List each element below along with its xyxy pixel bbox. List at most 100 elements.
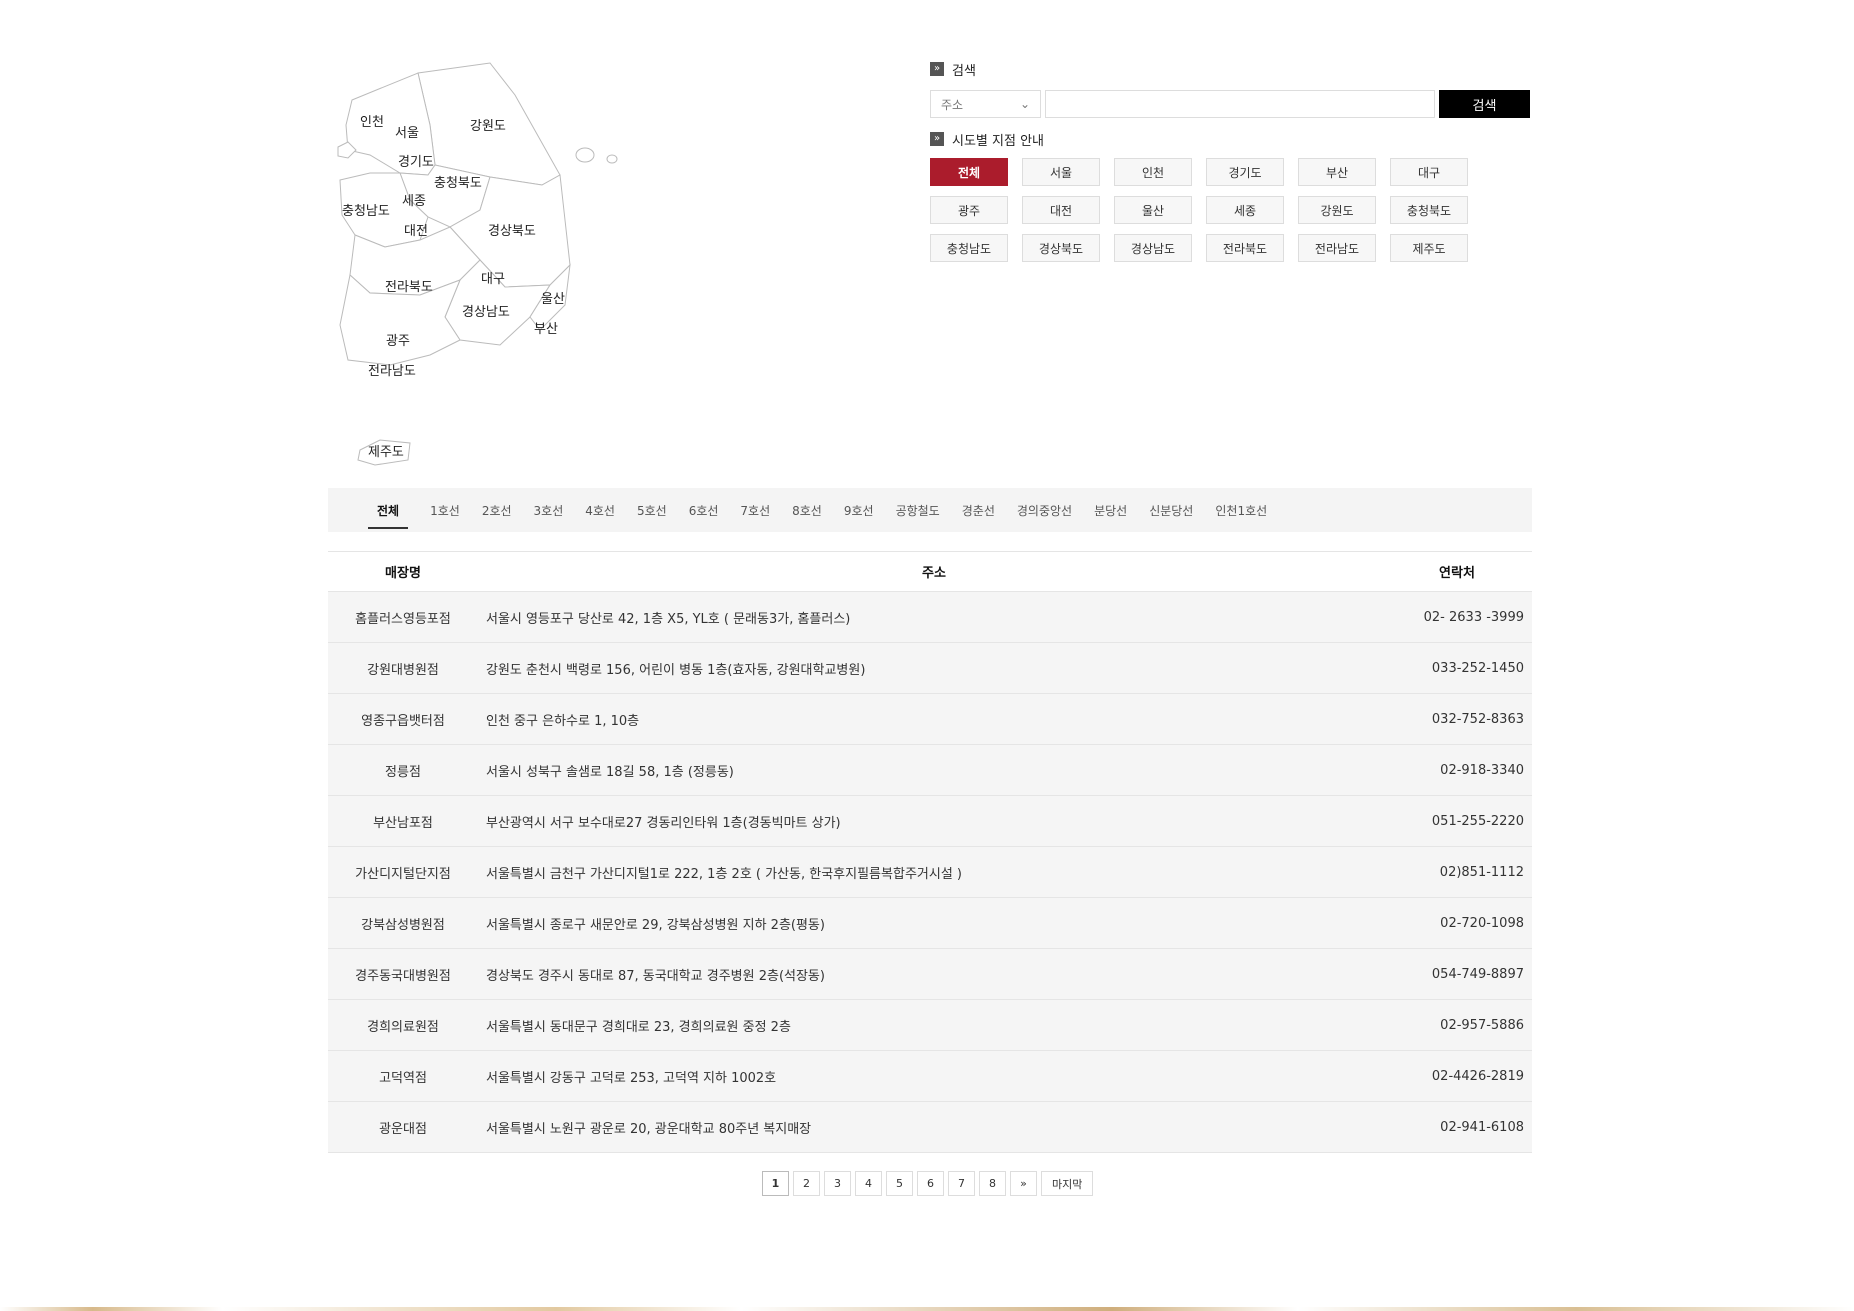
store-phone: 051-255-2220 — [1382, 795, 1532, 847]
store-phone: 02)851-1112 — [1382, 846, 1532, 898]
tab-line-6[interactable]: 6호선 — [689, 488, 719, 532]
tab-line-2[interactable]: 2호선 — [482, 488, 512, 532]
store-name: 강북삼성병원점 — [328, 897, 478, 949]
map-label-seoul[interactable]: 서울 — [395, 126, 419, 141]
tab-line-7[interactable]: 7호선 — [740, 488, 770, 532]
store-phone: 032-752-8363 — [1382, 693, 1532, 745]
sido-button-gyeongbuk[interactable]: 경상북도 — [1022, 234, 1100, 262]
map-label-jeonnam[interactable]: 전라남도 — [368, 364, 416, 379]
page-button-2[interactable]: 2 — [793, 1171, 820, 1196]
map-label-gyeongbuk[interactable]: 경상북도 — [488, 224, 536, 239]
sido-button-seoul[interactable]: 서울 — [1022, 158, 1100, 186]
search-button[interactable]: 검색 — [1438, 90, 1530, 118]
page-button-1[interactable]: 1 — [762, 1171, 789, 1196]
page-button-3[interactable]: 3 — [824, 1171, 851, 1196]
map-label-jeju[interactable]: 제주도 — [368, 445, 404, 460]
tab-line-airport[interactable]: 공항철도 — [896, 488, 940, 532]
search-panel: » 검색 주소 ⌄ 검색 » 시도별 지점 안내 전체 서울 인천 경기도 부산… — [930, 60, 1530, 262]
sido-button-gyeongnam[interactable]: 경상남도 — [1114, 234, 1192, 262]
tab-line-9[interactable]: 9호선 — [844, 488, 874, 532]
header-address: 주소 — [478, 551, 1382, 592]
map-label-daegu[interactable]: 대구 — [481, 272, 505, 287]
double-chevron-right-icon: » — [930, 62, 944, 76]
store-address: 서울특별시 종로구 새문안로 29, 강북삼성병원 지하 2층(평동) — [478, 897, 1382, 949]
table-row[interactable]: 고덕역점 서울특별시 강동구 고덕로 253, 고덕역 지하 1002호 02-… — [328, 1050, 1532, 1102]
sido-button-jeonbuk[interactable]: 전라북도 — [1206, 234, 1284, 262]
sido-button-incheon[interactable]: 인천 — [1114, 158, 1192, 186]
map-label-gwangju[interactable]: 광주 — [386, 334, 410, 349]
map-label-sejong[interactable]: 세종 — [402, 194, 426, 209]
tab-line-4[interactable]: 4호선 — [585, 488, 615, 532]
search-title: 검색 — [952, 63, 976, 79]
tab-line-5[interactable]: 5호선 — [637, 488, 667, 532]
sido-button-chungnam[interactable]: 충청남도 — [930, 234, 1008, 262]
tab-line-8[interactable]: 8호선 — [792, 488, 822, 532]
sido-button-jeju[interactable]: 제주도 — [1390, 234, 1468, 262]
footer-decorative-strip — [0, 1307, 1854, 1311]
header-phone: 연락처 — [1382, 551, 1532, 592]
sido-button-jeonnam[interactable]: 전라남도 — [1298, 234, 1376, 262]
map-label-chungbuk[interactable]: 충청북도 — [434, 176, 482, 191]
store-phone: 02- 2633 -3999 — [1382, 591, 1532, 643]
sido-button-gyeonggi[interactable]: 경기도 — [1206, 158, 1284, 186]
table-row[interactable]: 광운대점 서울특별시 노원구 광운로 20, 광운대학교 80주년 복지매장 0… — [328, 1101, 1532, 1153]
map-label-ulsan[interactable]: 울산 — [541, 292, 565, 307]
map-label-busan[interactable]: 부산 — [534, 322, 558, 337]
table-row[interactable]: 강북삼성병원점 서울특별시 종로구 새문안로 29, 강북삼성병원 지하 2층(… — [328, 897, 1532, 949]
table-row[interactable]: 경주동국대병원점 경상북도 경주시 동대로 87, 동국대학교 경주병원 2층(… — [328, 948, 1532, 1000]
table-row[interactable]: 경희의료원점 서울특별시 동대문구 경희대로 23, 경희의료원 중정 2층 0… — [328, 999, 1532, 1051]
map-label-incheon[interactable]: 인천 — [360, 115, 384, 130]
sido-button-ulsan[interactable]: 울산 — [1114, 196, 1192, 224]
tab-line-all[interactable]: 전체 — [368, 488, 409, 532]
sido-button-gangwon[interactable]: 강원도 — [1298, 196, 1376, 224]
tab-line-3[interactable]: 3호선 — [534, 488, 564, 532]
sido-button-sejong[interactable]: 세종 — [1206, 196, 1284, 224]
sido-button-gwangju[interactable]: 광주 — [930, 196, 1008, 224]
double-chevron-right-icon: » — [930, 132, 944, 146]
table-row[interactable]: 정릉점 서울시 성북구 솔샘로 18길 58, 1층 (정릉동) 02-918-… — [328, 744, 1532, 796]
tab-line-sinbundang[interactable]: 신분당선 — [1149, 488, 1193, 532]
table-row[interactable]: 홈플러스영등포점 서울시 영등포구 당산로 42, 1층 X5, YL호 ( 문… — [328, 591, 1532, 643]
table-row[interactable]: 강원대병원점 강원도 춘천시 백령로 156, 어린이 병동 1층(효자동, 강… — [328, 642, 1532, 694]
map-label-daejeon[interactable]: 대전 — [404, 224, 428, 239]
search-type-select[interactable]: 주소 ⌄ — [930, 90, 1042, 118]
table-row[interactable]: 부산남포점 부산광역시 서구 보수대로27 경동리인타워 1층(경동빅마트 상가… — [328, 795, 1532, 847]
search-input[interactable] — [1045, 90, 1435, 118]
store-address: 서울특별시 노원구 광운로 20, 광운대학교 80주년 복지매장 — [478, 1101, 1382, 1153]
map-label-gyeonggi[interactable]: 경기도 — [398, 155, 434, 170]
last-page-button[interactable]: 마지막 — [1041, 1171, 1094, 1196]
tab-line-bundang[interactable]: 분당선 — [1094, 488, 1127, 532]
page-button-4[interactable]: 4 — [855, 1171, 882, 1196]
table-row[interactable]: 영종구읍뱃터점 인천 중구 은하수로 1, 10층 032-752-8363 — [328, 693, 1532, 745]
store-address: 서울시 영등포구 당산로 42, 1층 X5, YL호 ( 문래동3가, 홈플러… — [478, 591, 1382, 643]
page-button-7[interactable]: 7 — [948, 1171, 975, 1196]
sido-button-daegu[interactable]: 대구 — [1390, 158, 1468, 186]
next-page-button[interactable]: » — [1010, 1171, 1037, 1196]
chevron-down-icon: ⌄ — [1019, 97, 1031, 111]
korea-region-map: 인천 서울 강원도 경기도 충청북도 충청남도 세종 대전 경상북도 전라북도 … — [330, 55, 650, 475]
sido-button-all[interactable]: 전체 — [930, 158, 1008, 186]
map-label-gangwon[interactable]: 강원도 — [470, 119, 506, 134]
sido-button-daejeon[interactable]: 대전 — [1022, 196, 1100, 224]
tab-line-gyeongui-jungang[interactable]: 경의중앙선 — [1017, 488, 1072, 532]
store-name: 정릉점 — [328, 744, 478, 796]
tab-line-incheon-1[interactable]: 인천1호선 — [1215, 488, 1267, 532]
page-button-6[interactable]: 6 — [917, 1171, 944, 1196]
tab-line-1[interactable]: 1호선 — [430, 488, 460, 532]
sido-button-busan[interactable]: 부산 — [1298, 158, 1376, 186]
sido-button-chungbuk[interactable]: 충청북도 — [1390, 196, 1468, 224]
store-address: 서울특별시 강동구 고덕로 253, 고덕역 지하 1002호 — [478, 1050, 1382, 1102]
store-phone: 02-941-6108 — [1382, 1101, 1532, 1153]
store-name: 고덕역점 — [328, 1050, 478, 1102]
map-label-chungnam[interactable]: 충청남도 — [342, 204, 390, 219]
map-label-gyeongnam[interactable]: 경상남도 — [462, 305, 510, 320]
sido-button-grid: 전체 서울 인천 경기도 부산 대구 광주 대전 울산 세종 강원도 충청북도 … — [930, 158, 1530, 262]
store-address: 강원도 춘천시 백령로 156, 어린이 병동 1층(효자동, 강원대학교병원) — [478, 642, 1382, 694]
tab-line-gyeongchun[interactable]: 경춘선 — [962, 488, 995, 532]
page-button-8[interactable]: 8 — [979, 1171, 1006, 1196]
store-address: 경상북도 경주시 동대로 87, 동국대학교 경주병원 2층(석장동) — [478, 948, 1382, 1000]
page-button-5[interactable]: 5 — [886, 1171, 913, 1196]
store-name: 홈플러스영등포점 — [328, 591, 478, 643]
map-label-jeonbuk[interactable]: 전라북도 — [385, 280, 433, 295]
table-row[interactable]: 가산디지털단지점 서울특별시 금천구 가산디지털1로 222, 1층 2호 ( … — [328, 846, 1532, 898]
